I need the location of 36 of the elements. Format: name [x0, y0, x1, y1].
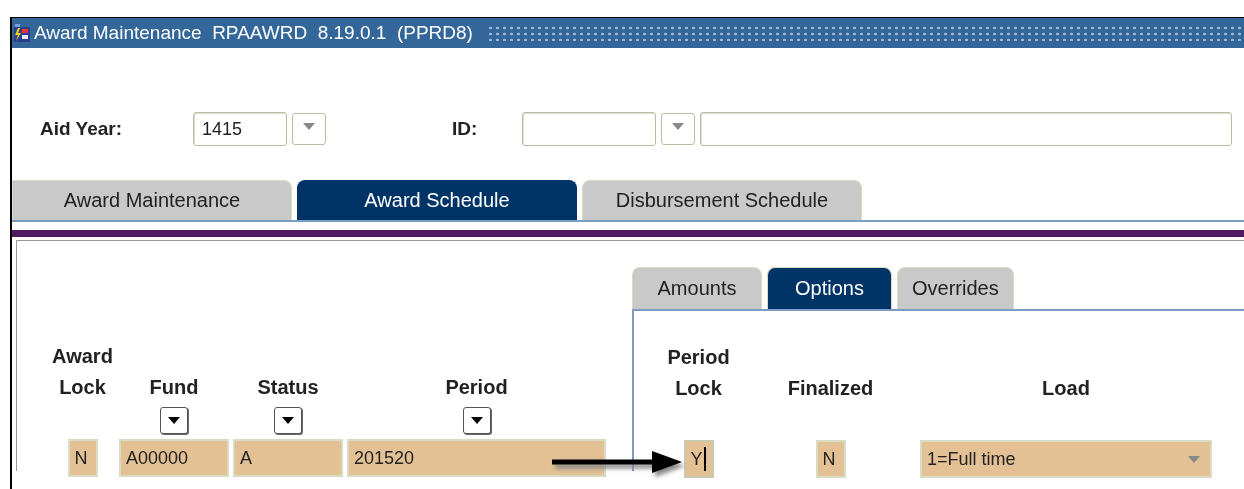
column-header: Finalized — [786, 376, 875, 401]
input-field[interactable]: 1415 — [193, 112, 287, 146]
tab[interactable]: Overrides — [897, 267, 1014, 309]
input-field[interactable]: A00000 — [119, 439, 229, 477]
input-field[interactable]: N — [67, 439, 98, 477]
tab[interactable]: Award Maintenance — [12, 180, 292, 220]
tab[interactable]: Award Schedule — [297, 180, 577, 220]
dropdown-button[interactable] — [274, 406, 302, 434]
column-header: Fund — [148, 375, 200, 400]
caret-icon — [282, 416, 294, 424]
input-field[interactable]: A — [233, 439, 343, 477]
caret-icon — [1188, 455, 1200, 463]
input-field[interactable]: 201520 — [347, 439, 606, 477]
window-title: Award Maintenance RPAAWRD 8.19.0.1 (PPRD8) — [34, 22, 473, 44]
column-header: Award Lock — [51, 344, 114, 400]
field-label: ID: — [452, 118, 479, 140]
tab[interactable]: Options — [767, 267, 892, 309]
input-field[interactable] — [522, 112, 656, 146]
column-header: Period Lock — [666, 345, 731, 401]
tab[interactable]: Amounts — [632, 267, 762, 309]
field-label: Aid Year: — [40, 118, 124, 140]
column-header: Load — [1041, 376, 1091, 401]
input-field[interactable]: N — [815, 440, 846, 478]
tab[interactable]: Disbursement Schedule — [582, 180, 862, 220]
caret-icon — [470, 416, 483, 424]
dropdown-button[interactable] — [160, 406, 188, 434]
app-icon — [13, 23, 31, 43]
column-header: Period — [444, 375, 509, 400]
dropdown-field[interactable]: 1=Full time — [920, 440, 1212, 478]
caret-icon — [303, 123, 315, 130]
caret-icon — [168, 416, 180, 424]
input-field[interactable]: Y — [683, 440, 714, 478]
input-field[interactable] — [700, 112, 1232, 146]
caret-icon — [672, 123, 684, 130]
dropdown-button[interactable] — [462, 406, 491, 434]
column-header: Status — [256, 375, 320, 400]
